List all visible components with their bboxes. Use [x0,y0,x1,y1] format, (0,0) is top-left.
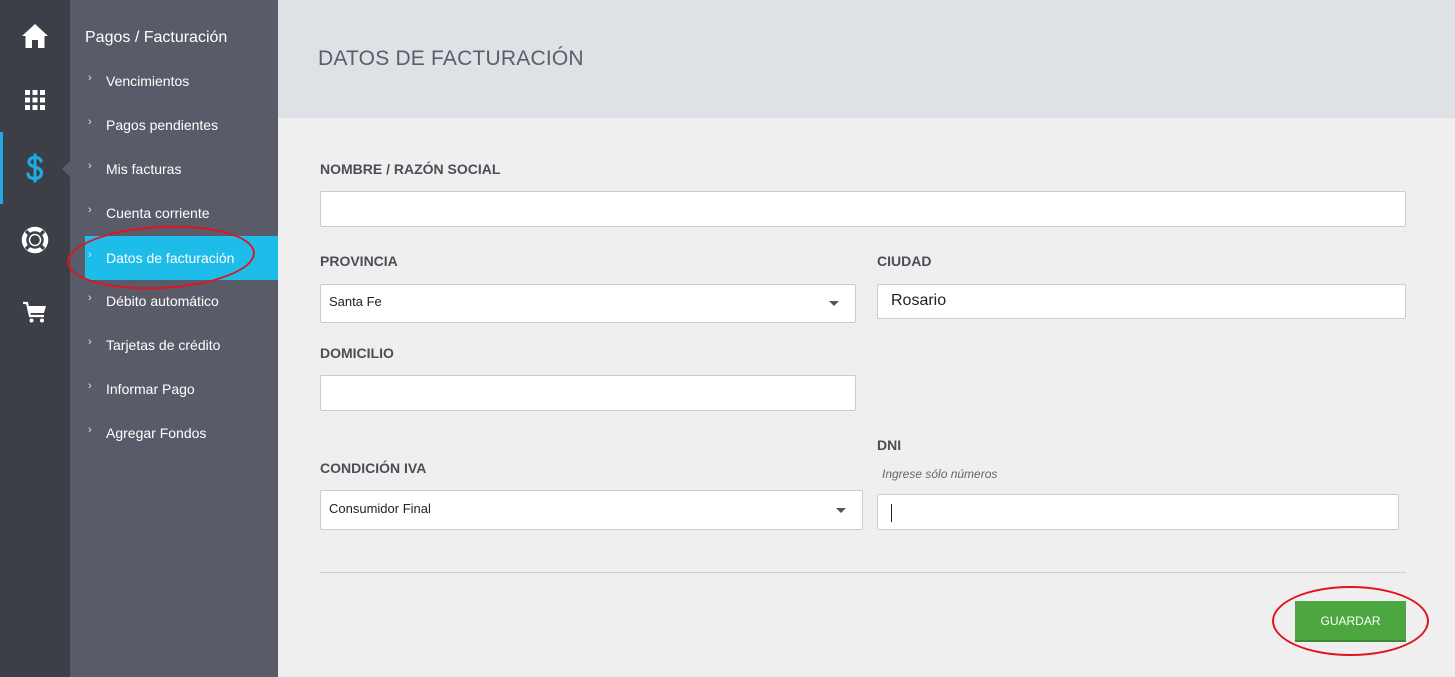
text-cursor [891,504,892,522]
dni-hint: Ingrese sólo números [882,467,998,481]
home-button[interactable] [0,0,70,72]
domicilio-input[interactable] [320,375,856,411]
dni-input[interactable] [877,494,1399,530]
menu-item-label: Agregar Fondos [106,425,207,441]
dollar-icon [26,153,44,183]
cart-icon [23,301,46,323]
home-icon [22,24,48,48]
menu-item-label: Débito automático [106,293,219,309]
chevron-right-icon: › [88,292,92,304]
chevron-right-icon: › [88,380,92,392]
chevron-down-icon [836,508,846,513]
annotation-oval-save [1272,586,1429,656]
lifebuoy-icon [21,226,49,254]
condicion-iva-value: Consumidor Final [329,501,431,516]
menu-item-label: Mis facturas [106,161,182,177]
provincia-label: PROVINCIA [320,253,398,269]
chevron-right-icon: › [88,204,92,216]
condicion-iva-select[interactable]: Consumidor Final [320,490,863,530]
condicion-iva-label: CONDICIÓN IVA [320,460,427,476]
menu-item-tarjetas-de-credito[interactable]: › Tarjetas de crédito [85,323,278,367]
domicilio-label: DOMICILIO [320,345,394,361]
menu-item-label: Vencimientos [106,73,190,89]
menu-item-label: Tarjetas de crédito [106,337,221,353]
page-title: DATOS DE FACTURACIÓN [318,47,584,70]
menu-item-informar-pago[interactable]: › Informar Pago [85,367,278,411]
dashboard-button[interactable] [0,64,70,136]
provincia-value: Santa Fe [329,294,382,309]
submenu-title: Pagos / Facturación [85,29,228,46]
ciudad-value: Rosario [891,292,947,309]
chevron-right-icon: › [88,424,92,436]
menu-item-vencimientos[interactable]: › Vencimientos [85,59,278,103]
cart-button[interactable] [0,276,70,348]
menu-item-pagos-pendientes[interactable]: › Pagos pendientes [85,103,278,147]
menu-item-agregar-fondos[interactable]: › Agregar Fondos [85,411,278,455]
chevron-right-icon: › [88,160,92,172]
ciudad-label: CIUDAD [877,253,932,269]
icon-rail [0,0,71,677]
menu-item-mis-facturas[interactable]: › Mis facturas [85,147,278,191]
billing-button[interactable] [0,132,71,204]
nombre-input[interactable] [320,191,1406,227]
nombre-label: NOMBRE / RAZÓN SOCIAL [320,161,501,177]
provincia-select[interactable]: Santa Fe [320,284,856,323]
dni-label: DNI [877,437,902,453]
chevron-down-icon [829,301,839,306]
chevron-right-icon: › [88,72,92,84]
menu-item-label: Informar Pago [106,381,195,397]
chevron-right-icon: › [88,336,92,348]
billing-submenu: Pagos / Facturación › Vencimientos › Pag… [70,0,278,677]
support-button[interactable] [0,204,70,276]
chevron-right-icon: › [88,116,92,128]
grid-icon [25,90,45,110]
form-divider [320,572,1406,573]
page-header: DATOS DE FACTURACIÓN [278,0,1455,118]
menu-item-label: Pagos pendientes [106,117,219,133]
menu-item-label: Cuenta corriente [106,205,210,221]
ciudad-input[interactable]: Rosario [877,284,1406,319]
